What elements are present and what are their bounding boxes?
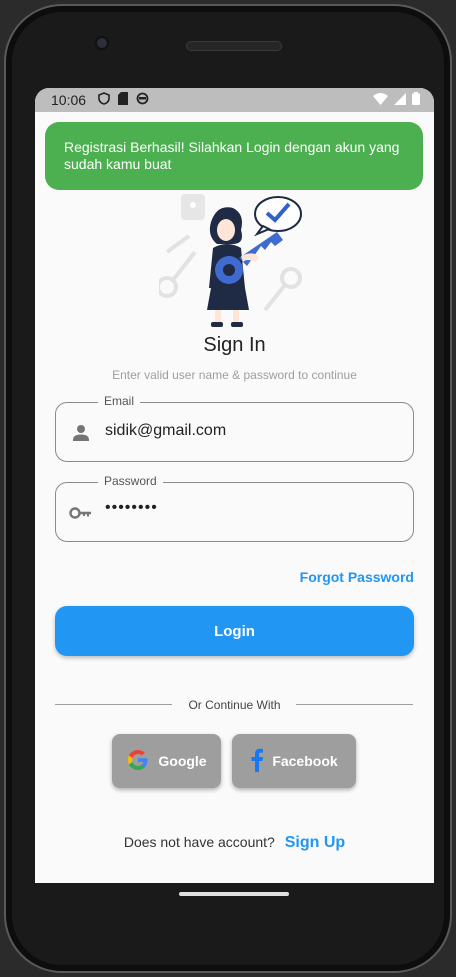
sync-icon [136,92,149,108]
signup-row: Does not have account? Sign Up [35,834,434,852]
status-time: 10:06 [51,92,87,108]
app-screen: 10:06 Registrasi Berhasil! Silahkan Logi… [35,88,434,883]
battery-icon [412,92,420,108]
signup-prompt: Does not have account? [123,834,275,850]
google-icon [126,748,150,775]
email-field[interactable]: Email [55,394,414,462]
front-camera [95,36,109,50]
sd-card-icon [118,92,129,108]
email-input[interactable] [105,422,395,440]
facebook-icon [250,748,264,775]
password-input[interactable]: •••••••• [105,499,395,517]
password-field-label: Password [98,474,163,488]
earpiece-speaker [186,41,282,51]
google-button[interactable]: Google [112,734,221,788]
person-icon [69,421,93,445]
success-snackbar: Registrasi Berhasil! Silahkan Login deng… [45,122,423,190]
signup-link[interactable]: Sign Up [285,834,345,851]
page-title: Sign In [203,334,266,356]
login-button[interactable]: Login [55,606,414,656]
email-field-label: Email [98,394,141,408]
shield-icon [98,92,110,108]
phone-frame: 10:06 Registrasi Berhasil! Silahkan Logi… [4,4,452,973]
facebook-button[interactable]: Facebook [232,734,356,788]
home-gesture-bar[interactable] [179,892,289,896]
password-field[interactable]: Password •••••••• [55,474,414,542]
facebook-button-label: Facebook [272,753,338,769]
forgot-password-link[interactable]: Forgot Password [300,569,414,585]
page-subtitle: Enter valid user name & password to cont… [112,368,357,382]
google-button-label: Google [158,753,207,769]
divider-text: Or Continue With [188,698,281,712]
signal-icon [394,92,406,108]
key-character-illustration [159,194,302,327]
wifi-icon [373,92,388,108]
status-bar: 10:06 [35,88,434,112]
key-icon [69,501,93,525]
